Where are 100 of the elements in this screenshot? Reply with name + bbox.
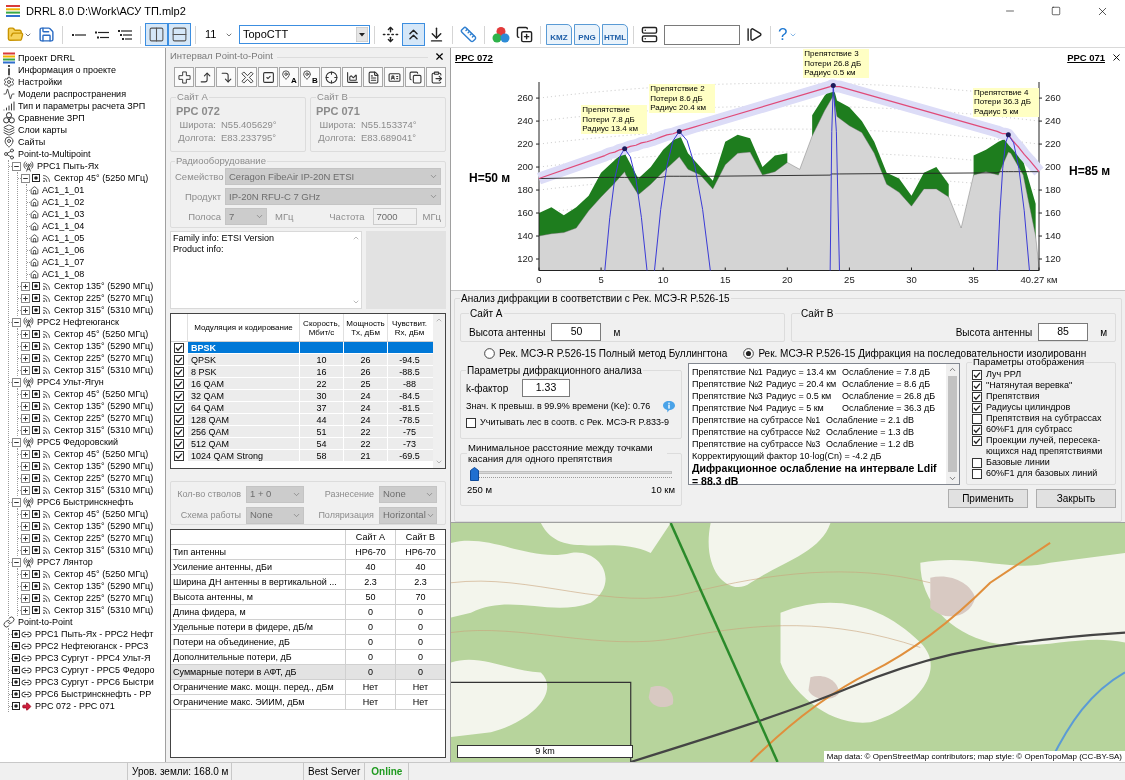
field-value: N55.405629° [221, 118, 277, 132]
axis-tick-label: 140 [1045, 230, 1061, 241]
column-header: Модуляция и кодирование [187, 314, 299, 341]
panel-title: Интервал Point-to-Point [170, 48, 273, 63]
result-text: Радиус = 13.4 км [766, 366, 838, 378]
table-cell: 1024 QAM Strong [187, 450, 299, 462]
axis-tick-label: 180 [517, 184, 533, 196]
table-cell-text: Удельные потери в фидере, дБ/м [172, 621, 314, 634]
obstacle-label: Препятствие Потери 7.8 дБ Радиус 13.4 км [581, 105, 648, 135]
unit-label: МГц [422, 209, 441, 224]
site-name: РРС 072 [176, 104, 221, 119]
table-cell: 21 [343, 450, 387, 462]
column-header: Скорость, Мбит/с [299, 314, 343, 341]
field-value: N55.153374° [361, 118, 417, 132]
slider-max-label: 10 км [651, 483, 675, 497]
info-line: Product info: [173, 244, 225, 255]
field-label: Семейство [175, 169, 221, 184]
mode-status: Best Server [304, 763, 366, 780]
table-cell-text: Усиление антенны, дБи [172, 561, 273, 574]
result-text: Препятствие на субтрассе №1 [692, 414, 822, 426]
unit-label: м [1100, 325, 1107, 340]
axis-tick-label: 220 [1045, 138, 1061, 150]
group-title: Сайт В [316, 90, 349, 104]
antenna-height-label: H=50 м [469, 170, 511, 186]
result-text: Препятствие на субтрассе №3 [692, 438, 822, 450]
ground-level-status: Уров. земли: 168.0 м [128, 763, 232, 780]
result-text: Корректирующий фактор 10·log(Cn) = -4.2 дБ [692, 450, 883, 462]
axis-tick-label: 120 [517, 253, 533, 264]
field-label: Частота [329, 209, 365, 224]
field-label: Высота антенны [469, 325, 546, 340]
field-label: Широта: [178, 118, 216, 132]
result-text: Радиус = 20.4 км [766, 378, 838, 390]
result-text: Препятствие на субтрассе №2 [692, 426, 822, 438]
result-text: Препятствие №1 [692, 366, 764, 378]
axis-tick-label: 160 [1045, 207, 1061, 219]
axis-tick-label: 35 [968, 273, 979, 285]
axis-tick-label: 160 [517, 207, 533, 219]
result-text: Ослабление = 2.1 dB [826, 414, 915, 426]
group-title: Сайт В [800, 307, 835, 321]
result-total-text: Дифракционное ослабление на интервале Ldif = 88.3 dB [692, 462, 938, 488]
axis-tick-label: 120 [1045, 253, 1061, 264]
obstacle-label: Препятствие 4 Потери 36.3 дБ Радиус 5 км [973, 88, 1039, 117]
axis-tick-label: 10 [657, 273, 669, 285]
result-text: Ослабление = 8.6 дБ [842, 378, 931, 390]
group-title: Минимальное расстояние между точками касания для одного препятствия [467, 442, 654, 464]
axis-tick-label: 40.27 км [1020, 273, 1058, 285]
axis-tick-label: 260 [517, 92, 533, 104]
unit-label: м [613, 325, 621, 340]
axis-tick-label: 0 [536, 273, 542, 285]
group-title: Параметры дифракционного анализа [466, 364, 643, 378]
column-header: Чувствит. Rx, дБм [387, 314, 431, 341]
table-cell-text: Длина фидера, м [172, 606, 247, 619]
table-cell-text: Ширина ДН антенны в вертикальной ... [172, 576, 338, 589]
axis-tick-label: 240 [517, 115, 533, 127]
obstacle-label: Препятствие 3 Потери 26.8 дБ Радиус 0.5 км [803, 49, 870, 79]
connection-status: Online [365, 763, 410, 780]
axis-tick-label: 25 [844, 273, 855, 285]
axis-tick-label: 240 [1045, 115, 1061, 127]
table-cell-text: Суммарные потери в АФТ, дБ [172, 666, 298, 679]
unit-label: МГц [275, 209, 294, 224]
field-label: Долгота: [317, 131, 356, 145]
table-cell-text: Ограничение макс. ЭИИМ, дБм [172, 696, 306, 709]
result-text: Препятствие №2 [692, 378, 764, 390]
table-cell: Нет [395, 695, 445, 710]
column-header: Мощность Tx, дБм [343, 314, 387, 341]
axis-tick-label: 260 [1045, 92, 1061, 104]
field-value: E83.233795° [221, 131, 277, 145]
map-attribution: Map data: © OpenStreetMap contributors; map style: © OpenTopoMap (CC-BY-SA) [823, 751, 1125, 762]
result-text: Ослабление = 1.2 dB [826, 438, 915, 450]
group-title: Анализ дифракции в соответствии с Рек. МСЭ-R P.526-15 [460, 292, 731, 306]
table-cell-text: Тип антенны [172, 546, 227, 559]
field-label: Разнесение [323, 487, 374, 501]
table-cell-text: Высота антенны, м [172, 591, 254, 604]
info-line: Family info: ETSI Version [173, 233, 276, 244]
field-label: Продукт [183, 189, 221, 204]
field-label: Долгота: [177, 131, 216, 145]
axis-tick-label: 30 [906, 273, 917, 285]
group-title: Сайт А [176, 90, 209, 104]
window-title: DRRL 8.0 D:\Work\АСУ ТП.mlp2 [26, 3, 186, 19]
group-title: Радиооборудование [175, 154, 267, 168]
field-label: Широта: [318, 118, 356, 132]
field-label: Кол-во стволов [176, 487, 241, 501]
table-cell-text: Дополнительные потери, дБ [172, 651, 293, 664]
group-title: Сайт А [469, 307, 504, 321]
axis-tick-label: 15 [719, 273, 731, 285]
map-scale-bar: 9 km [457, 745, 633, 758]
obstacle-label: Препятствие 2 Потери 8.6 дБ Радиус 20.4 км [649, 84, 716, 114]
table-cell: Нет [345, 695, 395, 710]
axis-tick-label: 200 [1045, 161, 1061, 173]
result-text: Препятствие №3 [692, 390, 764, 402]
result-text: Ослабление = 7.8 дБ [842, 366, 931, 378]
result-text: Радиус = 5 км [766, 402, 825, 414]
field-label: Схема работы [179, 508, 241, 522]
table-cell: 58 [299, 450, 343, 462]
slider-min-label: 250 м [467, 483, 493, 497]
field-label: Полоса [187, 209, 221, 224]
ke-value-text: Знач. К превыш. в 99.9% времени (Ke): 0.76 [466, 399, 651, 413]
table-cell: -69.5 [387, 450, 431, 462]
field-value: E83.689041° [361, 131, 417, 145]
result-text: Препятствие №4 [692, 402, 764, 414]
